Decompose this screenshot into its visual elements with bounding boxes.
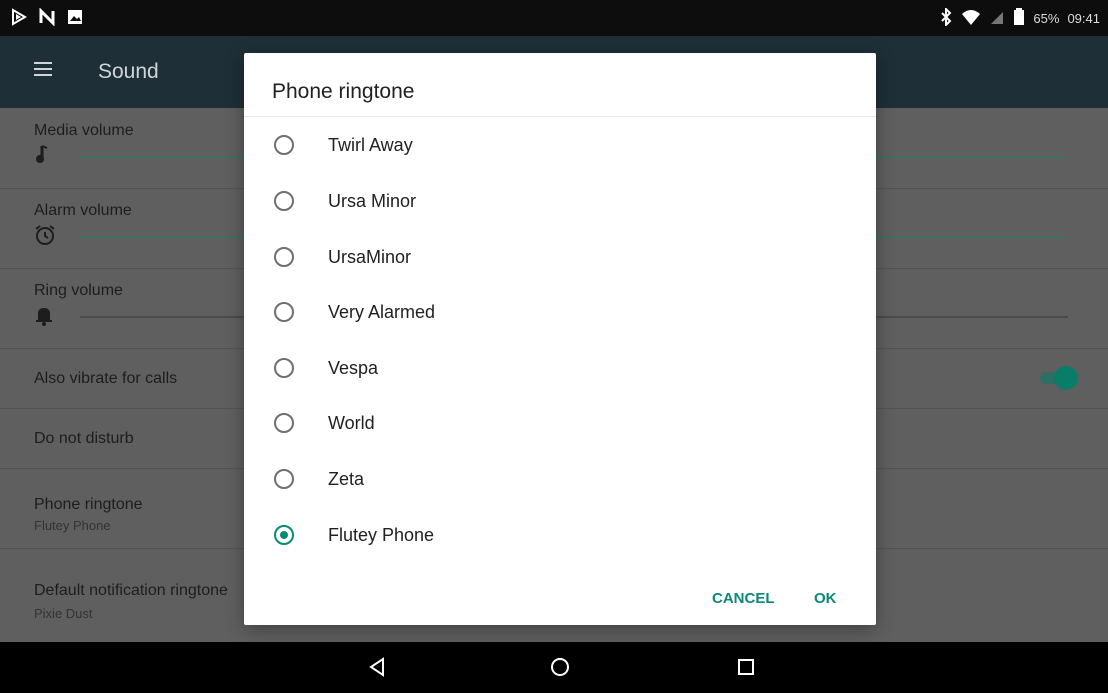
ringtone-option-label: World: [328, 413, 375, 433]
n-icon: [38, 7, 56, 31]
ringtone-option[interactable]: Zeta: [244, 451, 876, 507]
ringtone-option-label: Vespa: [328, 358, 379, 378]
play-arrow-icon: [10, 8, 28, 31]
dialog-title: Phone ringtone: [272, 80, 415, 103]
vibrate-toggle[interactable]: [1040, 366, 1078, 390]
recents-icon[interactable]: [734, 655, 758, 684]
wifi-icon: [961, 8, 981, 29]
ringtone-dialog: Phone ringtone Twirl Away Ursa Minor Urs…: [244, 53, 876, 625]
dnd-label: Do not disturb: [34, 430, 134, 447]
media-volume-label: Media volume: [34, 122, 134, 139]
radio-button[interactable]: [274, 247, 294, 267]
ringtone-option-label: UrsaMinor: [328, 247, 412, 267]
image-icon: [66, 8, 84, 31]
radio-button[interactable]: [274, 469, 294, 489]
menu-icon[interactable]: [34, 58, 52, 80]
alarm-volume-label: Alarm volume: [34, 202, 132, 219]
battery-percent: 65%: [1033, 11, 1060, 26]
ringtone-option-selected[interactable]: Flutey Phone: [244, 507, 876, 563]
status-right-icons: 65% 09:41: [939, 6, 1100, 29]
radio-button[interactable]: [274, 135, 294, 155]
ringtone-option-label: Ursa Minor: [328, 191, 417, 211]
radio-button[interactable]: [274, 191, 294, 211]
status-left-icons: [10, 7, 84, 31]
music-note-icon: [34, 144, 50, 169]
notification-ringtone-label: Default notification ringtone: [34, 582, 228, 599]
ringtone-option[interactable]: Twirl Away: [244, 117, 876, 173]
clock: 09:41: [1067, 11, 1100, 26]
ok-button[interactable]: OK: [814, 590, 837, 607]
radio-button[interactable]: [274, 358, 294, 378]
notification-ringtone-value: Pixie Dust: [34, 606, 93, 621]
navigation-bar: [0, 642, 1108, 693]
radio-button[interactable]: [274, 413, 294, 433]
bluetooth-icon: [939, 6, 953, 29]
no-sim-icon: [989, 8, 1005, 29]
ringtone-option-label: Zeta: [328, 469, 365, 489]
radio-button-checked[interactable]: [274, 525, 294, 545]
dialog-actions: CANCEL OK: [244, 573, 876, 625]
toolbar-title: Sound: [98, 60, 159, 83]
status-bar: 65% 09:41: [0, 0, 1108, 36]
ringtone-option[interactable]: World: [244, 395, 876, 451]
phone-ringtone-label: Phone ringtone: [34, 496, 143, 513]
ringtone-option[interactable]: Very Alarmed: [244, 284, 876, 340]
dialog-header: Phone ringtone: [244, 53, 876, 117]
cancel-button[interactable]: CANCEL: [712, 590, 775, 607]
ringtone-option[interactable]: UrsaMinor: [244, 229, 876, 285]
ringtone-option[interactable]: Ursa Minor: [244, 173, 876, 229]
ringtone-option-label: Very Alarmed: [328, 302, 436, 322]
radio-button[interactable]: [274, 302, 294, 322]
ringtone-option-label: Flutey Phone: [328, 525, 435, 545]
vibrate-label: Also vibrate for calls: [34, 370, 178, 387]
ring-volume-label: Ring volume: [34, 282, 123, 299]
alarm-clock-icon: [34, 224, 56, 251]
home-icon[interactable]: [548, 655, 572, 684]
battery-icon: [1013, 8, 1025, 29]
phone-ringtone-value: Flutey Phone: [34, 518, 111, 533]
ringtone-option-label: Twirl Away: [328, 135, 413, 155]
bell-icon: [34, 304, 54, 331]
ringtone-option[interactable]: Vespa: [244, 340, 876, 396]
back-icon[interactable]: [367, 655, 387, 684]
